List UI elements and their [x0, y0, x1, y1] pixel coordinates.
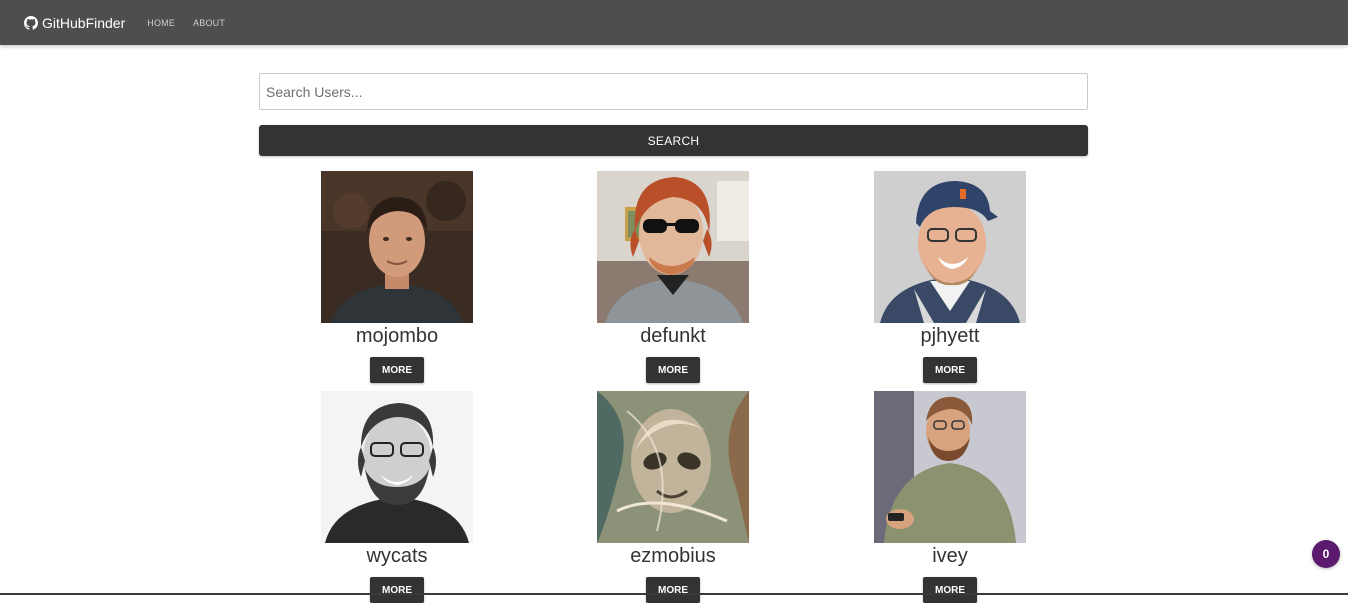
more-button[interactable]: MORE [646, 357, 700, 383]
notification-badge[interactable]: 0 [1312, 540, 1340, 568]
more-button[interactable]: MORE [370, 577, 424, 603]
users-grid: mojombo MORE defunkt MORE pjhyett MORE w… [0, 0, 1348, 603]
user-login: pjhyett [920, 325, 980, 347]
more-button[interactable]: MORE [923, 577, 977, 603]
avatar [321, 171, 473, 323]
user-login: wycats [366, 545, 428, 567]
user-card: mojombo MORE [321, 171, 473, 383]
avatar [321, 391, 473, 543]
avatar [597, 171, 749, 323]
avatar [597, 391, 749, 543]
user-login: ezmobius [630, 545, 716, 567]
user-card: defunkt MORE [597, 171, 749, 383]
user-login: ivey [932, 545, 968, 567]
more-button[interactable]: MORE [923, 357, 977, 383]
user-login: defunkt [640, 325, 706, 347]
user-card: wycats MORE [321, 391, 473, 603]
user-card: ivey MORE [874, 391, 1026, 603]
avatar [874, 171, 1026, 323]
user-card: pjhyett MORE [874, 171, 1026, 383]
avatar [874, 391, 1026, 543]
more-button[interactable]: MORE [646, 577, 700, 603]
user-login: mojombo [355, 325, 439, 347]
more-button[interactable]: MORE [370, 357, 424, 383]
user-card: ezmobius MORE [597, 391, 749, 603]
